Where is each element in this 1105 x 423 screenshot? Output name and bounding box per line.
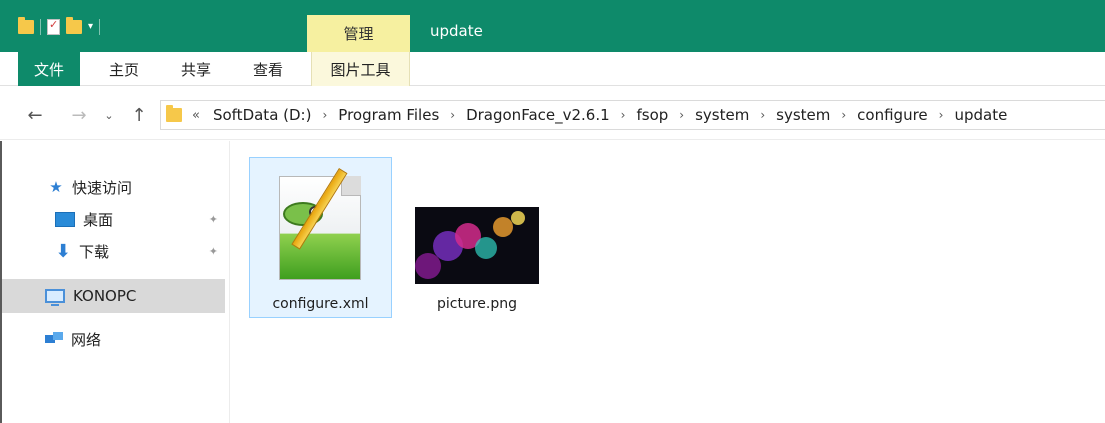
properties-icon[interactable]	[47, 18, 60, 35]
toolbar-divider	[40, 19, 41, 35]
nav-item-downloads[interactable]: ⬇ 下载 ✦	[55, 235, 228, 267]
breadcrumb-item[interactable]: configure	[853, 106, 931, 124]
ribbon-tabs: 文件 主页 共享 查看 图片工具	[0, 52, 1105, 86]
pin-icon[interactable]: ✦	[209, 245, 218, 258]
nav-label: 网络	[71, 330, 102, 349]
breadcrumb-item-current[interactable]: update	[950, 106, 1011, 124]
address-bar[interactable]: « SoftData (D:) › Program Files › Dragon…	[160, 100, 1105, 130]
nav-item-network[interactable]: 网络	[45, 323, 225, 355]
breadcrumb-separator-icon[interactable]: ›	[753, 108, 772, 122]
breadcrumb-item[interactable]: system	[772, 106, 834, 124]
breadcrumb-separator-icon[interactable]: ›	[932, 108, 951, 122]
network-icon	[45, 332, 63, 346]
file-name: picture.png	[437, 296, 517, 312]
file-item-picture-png[interactable]: picture.png	[411, 158, 543, 318]
file-item-configure-xml[interactable]: configure.xml	[249, 157, 392, 318]
tab-file[interactable]: 文件	[18, 52, 80, 86]
notepadpp-file-icon	[269, 168, 373, 284]
back-arrow-icon[interactable]: ←	[24, 104, 46, 126]
forward-arrow-icon[interactable]: →	[68, 104, 90, 126]
up-arrow-icon[interactable]: ↑	[128, 104, 150, 126]
breadcrumb-item[interactable]: system	[691, 106, 753, 124]
quick-access-toolbar: ▾	[18, 14, 101, 40]
tab-share[interactable]: 共享	[166, 52, 226, 86]
computer-icon	[45, 289, 65, 306]
file-list: configure.xml picture.png	[231, 141, 1105, 423]
file-name: configure.xml	[272, 296, 369, 312]
breadcrumb-separator-icon[interactable]: ›	[672, 108, 691, 122]
tab-picture-tools[interactable]: 图片工具	[311, 52, 410, 86]
navigation-pane: ★ 快速访问 桌面 ✦ ⬇ 下载 ✦ KONOPC 网络	[0, 141, 230, 423]
breadcrumb-item[interactable]: SoftData (D:)	[209, 106, 316, 124]
nav-item-this-pc[interactable]: KONOPC	[0, 279, 225, 313]
nav-label: 快速访问	[72, 178, 133, 197]
desktop-icon	[55, 211, 75, 227]
recent-locations-chevron-icon[interactable]: ⌄	[102, 104, 116, 126]
new-folder-icon[interactable]	[66, 17, 82, 34]
tab-view[interactable]: 查看	[240, 52, 296, 86]
window-edge	[0, 141, 2, 423]
nav-label: 下载	[79, 242, 110, 261]
breadcrumb-overflow[interactable]: «	[192, 108, 200, 123]
breadcrumb-item[interactable]: DragonFace_v2.6.1	[462, 106, 614, 124]
image-thumbnail	[415, 207, 539, 284]
folder-icon	[166, 105, 182, 122]
breadcrumb-item[interactable]: Program Files	[334, 106, 443, 124]
breadcrumb-separator-icon[interactable]: ›	[834, 108, 853, 122]
breadcrumb-separator-icon[interactable]: ›	[315, 108, 334, 122]
window-title: update	[430, 22, 483, 40]
breadcrumb-separator-icon[interactable]: ›	[614, 108, 633, 122]
customize-dropdown-icon[interactable]: ▾	[88, 22, 93, 32]
nav-label: KONOPC	[73, 287, 137, 305]
star-icon: ★	[49, 178, 63, 196]
pin-icon[interactable]: ✦	[209, 213, 218, 226]
nav-item-desktop[interactable]: 桌面 ✦	[55, 203, 228, 235]
folder-icon[interactable]	[18, 17, 34, 34]
contextual-tab-manage[interactable]: 管理	[307, 15, 410, 52]
download-icon: ⬇	[55, 240, 71, 262]
nav-quick-access[interactable]: ★ 快速访问	[48, 171, 228, 203]
nav-label: 桌面	[83, 210, 114, 229]
address-row: ← → ⌄ ↑ « SoftData (D:) › Program Files …	[0, 90, 1105, 140]
breadcrumb-item[interactable]: fsop	[632, 106, 672, 124]
toolbar-divider	[99, 19, 101, 35]
breadcrumb: « SoftData (D:) › Program Files › Dragon…	[192, 106, 1011, 124]
breadcrumb-separator-icon[interactable]: ›	[443, 108, 462, 122]
tab-home[interactable]: 主页	[96, 52, 152, 86]
title-bar: ▾ 管理 update	[0, 0, 1105, 52]
